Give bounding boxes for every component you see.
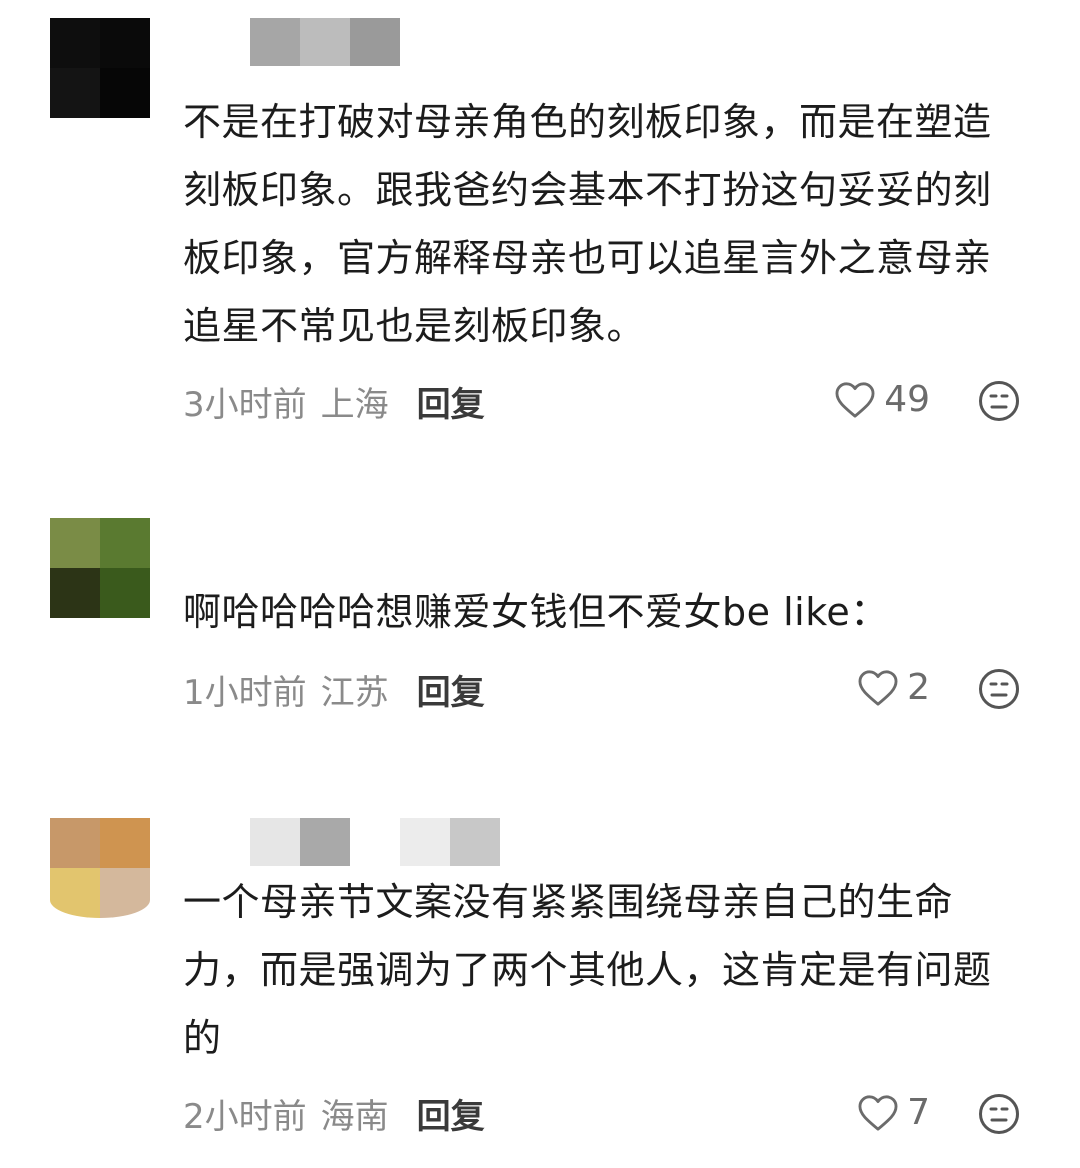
like-count: 7 (907, 1092, 930, 1133)
heart-outline-icon (858, 669, 898, 706)
username-blur-block (300, 18, 350, 66)
dislike-button[interactable] (978, 380, 1020, 422)
avatar-block (50, 18, 100, 68)
comment-time: 1小时前 (183, 672, 307, 713)
reply-button[interactable]: 回复 (417, 377, 485, 426)
avatar[interactable] (50, 18, 150, 118)
avatar-block (50, 518, 100, 568)
heart-outline-icon (858, 1094, 898, 1131)
comment-location: 江苏 (320, 672, 389, 713)
avatar-block (50, 868, 100, 918)
dislike-button[interactable] (978, 668, 1020, 710)
avatar-block (50, 68, 100, 118)
comment-text: 一个母亲节文案没有紧紧围绕母亲自己的生命力，而是强调为了两个其他人，这肯定是有问… (183, 880, 992, 1060)
dislike-face-icon (979, 1094, 1019, 1134)
avatar[interactable] (50, 518, 150, 618)
avatar-block (100, 68, 150, 118)
like-button[interactable]: 2 (857, 667, 930, 708)
comment-time: 3小时前 (183, 384, 307, 425)
heart-outline-icon (835, 381, 875, 418)
like-count: 49 (884, 379, 930, 420)
comment-text: 不是在打破对母亲角色的刻板印象，而是在塑造刻板印象。跟我爸约会基本不打扮这句妥妥… (183, 100, 992, 348)
username-blurred[interactable] (250, 18, 400, 66)
username-blurred[interactable] (250, 818, 500, 866)
avatar-block (100, 868, 150, 918)
avatar[interactable] (50, 818, 150, 918)
dislike-face-icon (979, 381, 1019, 421)
avatar-block (50, 818, 100, 868)
username-blur-block (450, 818, 500, 866)
like-button[interactable]: 7 (857, 1092, 930, 1133)
reply-button[interactable]: 回复 (417, 665, 485, 714)
like-button[interactable]: 49 (834, 379, 930, 420)
dislike-button[interactable] (978, 1093, 1020, 1135)
comment-time: 2小时前 (183, 1096, 307, 1137)
avatar-block (100, 818, 150, 868)
avatar-block (100, 518, 150, 568)
username-blur-block (350, 18, 400, 66)
like-count: 2 (907, 667, 930, 708)
comment-location: 上海 (320, 384, 389, 425)
reply-button[interactable]: 回复 (417, 1089, 485, 1138)
comment-text: 啊哈哈哈哈想赚爱女钱但不爱女be like： (183, 590, 889, 634)
username-blur-block (300, 818, 350, 866)
username-blur-block (400, 818, 450, 866)
avatar-block (100, 568, 150, 618)
avatar-block (50, 568, 100, 618)
avatar-block (100, 18, 150, 68)
username-blur-block (350, 818, 400, 866)
dislike-face-icon (979, 669, 1019, 709)
username-blur-block (250, 18, 300, 66)
comment-location: 海南 (320, 1096, 389, 1137)
username-blur-block (250, 818, 300, 866)
